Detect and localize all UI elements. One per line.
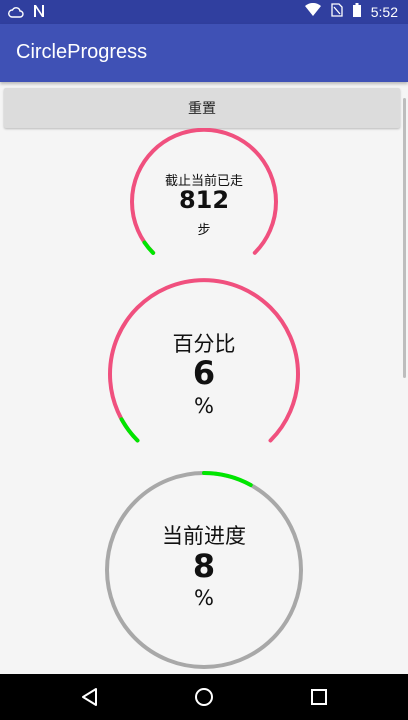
gauge-unit: %	[194, 586, 214, 610]
reset-button[interactable]: 重置	[4, 88, 400, 128]
app-bar: CircleProgress	[0, 24, 408, 82]
status-time: 5:52	[370, 4, 398, 20]
steps-gauge: 截止当前已走 812 步	[128, 128, 280, 260]
gauge-title: 当前进度	[162, 524, 246, 548]
back-icon[interactable]	[75, 682, 105, 712]
home-icon[interactable]	[189, 682, 219, 712]
gauge-unit: %	[194, 394, 214, 418]
scrollbar[interactable]	[403, 98, 406, 378]
gauge-value: 6	[192, 354, 216, 392]
app-title: CircleProgress	[16, 41, 148, 63]
gauge-progress-arc	[119, 417, 140, 443]
no-sim-icon	[331, 3, 343, 21]
gauge-value: 812	[178, 186, 230, 214]
status-bar: 5:52	[0, 0, 408, 24]
gauge-progress-arc	[142, 240, 156, 255]
n-notification-icon	[32, 3, 46, 22]
content-area[interactable]: 重置 截止当前已走 812 步 百分比 6 % 当前进度 8 %	[0, 82, 408, 674]
progress-gauge: 当前进度 8 %	[104, 470, 304, 670]
battery-icon	[352, 3, 361, 21]
navigation-bar	[0, 674, 408, 720]
wifi-icon	[304, 2, 321, 21]
gauge-value: 8	[192, 547, 216, 585]
recents-icon[interactable]	[304, 682, 334, 712]
gauge-unit: 步	[197, 223, 211, 238]
cloud-icon	[8, 3, 24, 22]
percent-gauge: 百分比 6 %	[104, 276, 304, 448]
gauge-progress-arc	[202, 471, 253, 487]
